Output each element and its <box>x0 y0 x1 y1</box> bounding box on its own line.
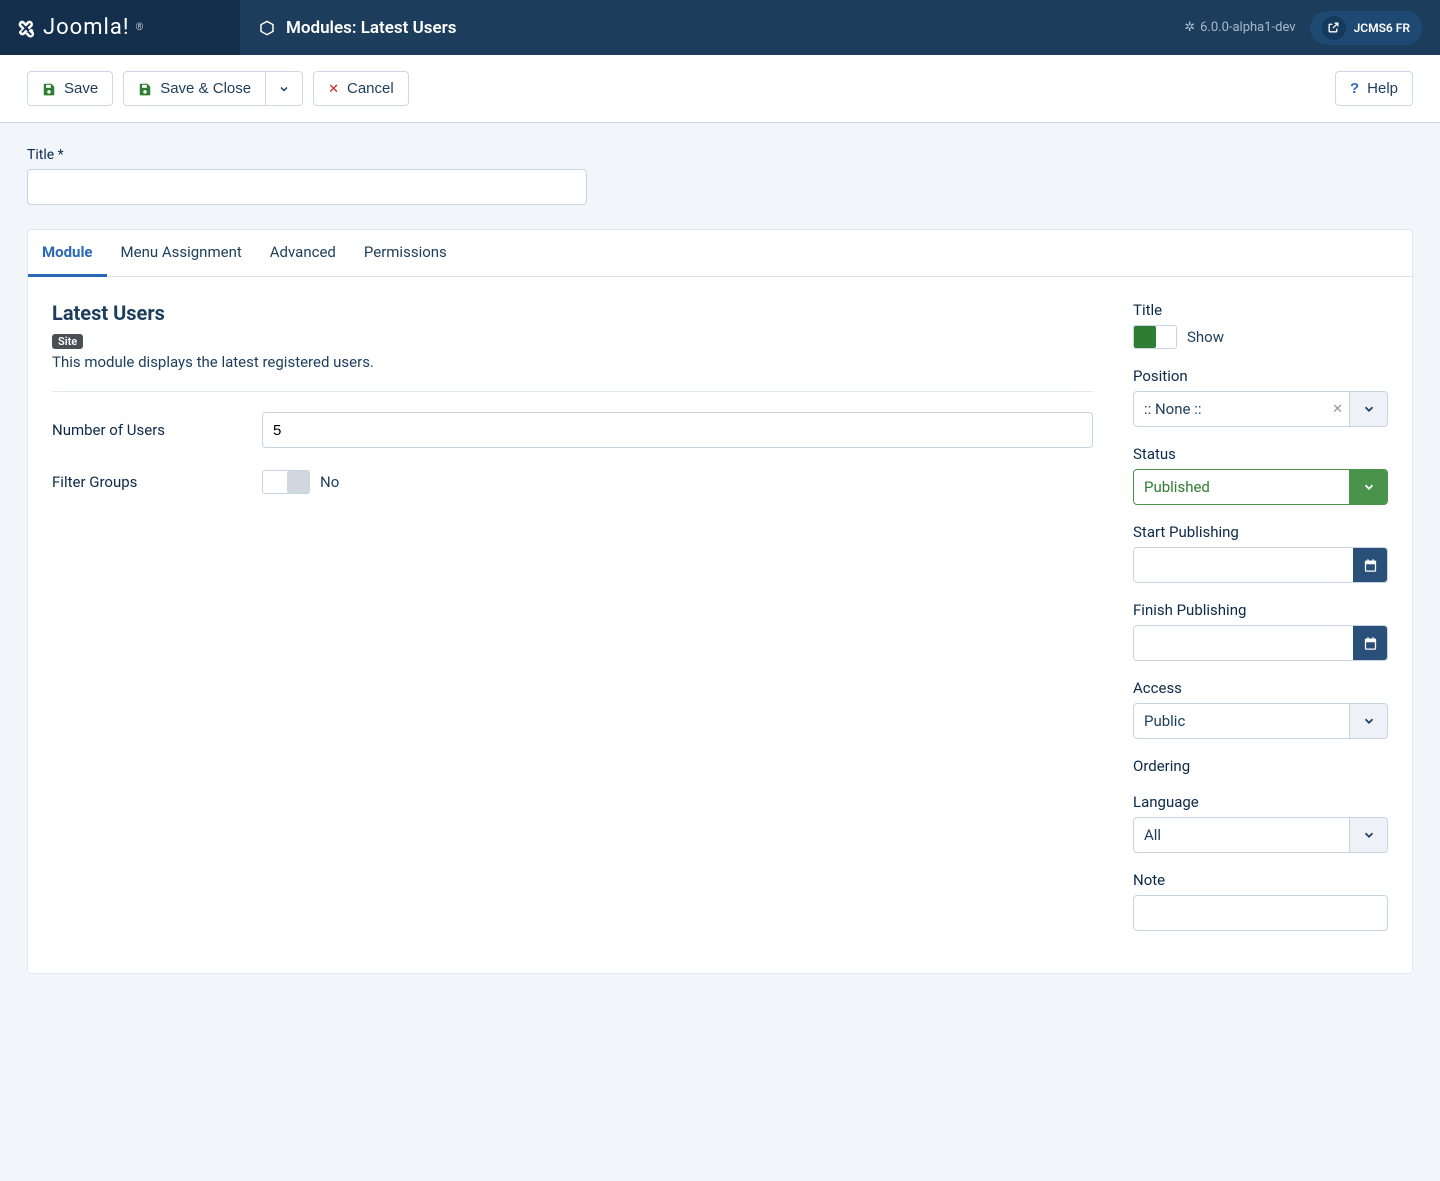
field-note: Note <box>1133 871 1388 931</box>
user-name: JCMS6 FR <box>1354 21 1410 35</box>
clear-icon[interactable]: ✕ <box>1326 392 1349 426</box>
position-value: :: None :: <box>1134 392 1326 426</box>
field-filter-groups: Filter Groups No <box>52 470 1093 494</box>
separator <box>52 391 1093 392</box>
chevron-down-icon[interactable] <box>1349 392 1387 426</box>
filter-groups-label: Filter Groups <box>52 473 262 491</box>
num-users-label: Number of Users <box>52 421 262 439</box>
version-info[interactable]: ✲ 6.0.0-alpha1-dev <box>1184 20 1295 35</box>
chevron-down-icon <box>278 83 290 95</box>
site-badge: Site <box>52 334 83 349</box>
field-language: Language All <box>1133 793 1388 853</box>
module-description: This module displays the latest register… <box>52 353 1093 371</box>
version-text: 6.0.0-alpha1-dev <box>1200 20 1295 35</box>
finish-pub-label: Finish Publishing <box>1133 601 1388 619</box>
title-label: Title * <box>27 147 1413 163</box>
help-icon: ? <box>1350 80 1359 97</box>
filter-groups-toggle[interactable] <box>262 470 310 494</box>
finish-pub-input[interactable] <box>1134 626 1353 660</box>
tab-module[interactable]: Module <box>28 230 107 277</box>
start-pub-label: Start Publishing <box>1133 523 1388 541</box>
header-right: ✲ 6.0.0-alpha1-dev JCMS6 FR <box>1184 11 1440 45</box>
status-label: Status <box>1133 445 1388 463</box>
calendar-icon[interactable] <box>1353 548 1387 582</box>
section-title: Latest Users <box>52 301 1093 325</box>
show-title-toggle[interactable] <box>1133 325 1177 349</box>
field-status: Status Published <box>1133 445 1388 505</box>
calendar-icon[interactable] <box>1353 626 1387 660</box>
status-value: Published <box>1134 470 1349 504</box>
tab-advanced[interactable]: Advanced <box>256 230 350 276</box>
page-title-text: Modules: Latest Users <box>286 18 456 38</box>
cancel-button[interactable]: ✕ Cancel <box>313 71 409 106</box>
chevron-down-icon[interactable] <box>1349 818 1387 852</box>
external-link-icon <box>1322 16 1346 40</box>
tab-menu-assignment[interactable]: Menu Assignment <box>107 230 256 276</box>
tabs-nav: Module Menu Assignment Advanced Permissi… <box>28 230 1412 277</box>
field-ordering: Ordering <box>1133 757 1388 775</box>
save-label: Save <box>64 80 98 97</box>
save-button[interactable]: Save <box>27 71 113 106</box>
user-menu[interactable]: JCMS6 FR <box>1310 11 1422 45</box>
save-close-label: Save & Close <box>160 80 251 97</box>
toolbar: Save Save & Close ✕ Cancel ? Help <box>0 55 1440 123</box>
save-close-group: Save & Close <box>123 71 303 106</box>
field-position: Position :: None :: ✕ <box>1133 367 1388 427</box>
field-access: Access Public <box>1133 679 1388 739</box>
save-close-button[interactable]: Save & Close <box>123 71 266 106</box>
field-finish-publishing: Finish Publishing <box>1133 601 1388 661</box>
chevron-down-icon[interactable] <box>1349 470 1387 504</box>
field-start-publishing: Start Publishing <box>1133 523 1388 583</box>
page-body: Title * Module Menu Assignment Advanced … <box>0 123 1440 998</box>
position-select[interactable]: :: None :: ✕ <box>1133 391 1388 427</box>
cancel-label: Cancel <box>347 80 394 97</box>
toggle-knob <box>1134 326 1156 348</box>
tab-permissions[interactable]: Permissions <box>350 230 461 276</box>
title-input[interactable] <box>27 169 587 205</box>
status-select[interactable]: Published <box>1133 469 1388 505</box>
toggle-knob <box>287 471 309 493</box>
close-icon: ✕ <box>328 81 339 97</box>
access-label: Access <box>1133 679 1388 697</box>
side-column: Title Show Position :: None :: ✕ <box>1133 301 1388 949</box>
field-show-title: Title Show <box>1133 301 1388 349</box>
joomla-icon <box>15 17 37 39</box>
ordering-label: Ordering <box>1133 757 1388 775</box>
language-value: All <box>1134 818 1349 852</box>
start-pub-input[interactable] <box>1134 548 1353 582</box>
position-label: Position <box>1133 367 1388 385</box>
tabs-container: Module Menu Assignment Advanced Permissi… <box>27 229 1413 974</box>
save-icon <box>42 82 56 96</box>
note-input[interactable] <box>1133 895 1388 931</box>
main-column: Latest Users Site This module displays t… <box>52 301 1093 949</box>
joomla-small-icon: ✲ <box>1184 20 1195 35</box>
brand-text: Joomla! <box>43 15 130 40</box>
access-value: Public <box>1134 704 1349 738</box>
filter-groups-state: No <box>320 473 339 491</box>
note-label: Note <box>1133 871 1388 889</box>
field-number-users: Number of Users <box>52 412 1093 448</box>
chevron-down-icon[interactable] <box>1349 704 1387 738</box>
num-users-input[interactable] <box>262 412 1093 448</box>
cube-icon <box>258 19 276 37</box>
help-label: Help <box>1367 80 1398 97</box>
logo[interactable]: Joomla!® <box>15 15 144 40</box>
show-title-state: Show <box>1187 328 1224 346</box>
page-title: Modules: Latest Users <box>240 18 456 38</box>
save-icon <box>138 82 152 96</box>
show-title-label: Title <box>1133 301 1388 319</box>
brand-area: Joomla!® <box>0 0 240 55</box>
language-label: Language <box>1133 793 1388 811</box>
save-close-dropdown[interactable] <box>266 71 303 106</box>
tabs-content: Latest Users Site This module displays t… <box>28 277 1412 973</box>
access-select[interactable]: Public <box>1133 703 1388 739</box>
language-select[interactable]: All <box>1133 817 1388 853</box>
help-button[interactable]: ? Help <box>1335 71 1413 106</box>
header: Joomla!® Modules: Latest Users ✲ 6.0.0-a… <box>0 0 1440 55</box>
